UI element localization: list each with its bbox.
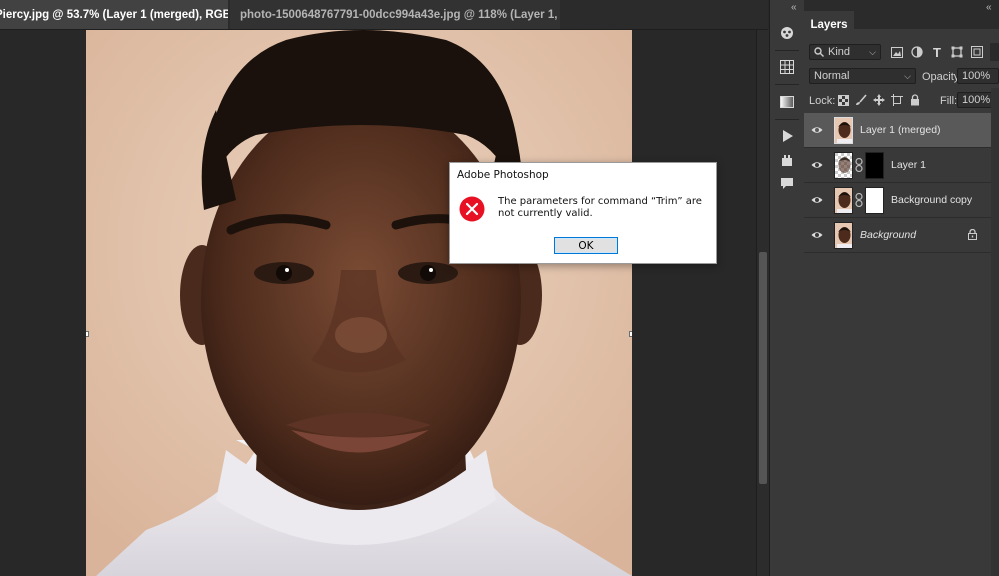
layer-name: Background copy bbox=[891, 194, 973, 206]
portrait-image bbox=[86, 30, 632, 576]
tab-title: photo-1500648767791-00dcc994a43e.jpg @ 1… bbox=[240, 8, 560, 21]
transform-handle-right[interactable] bbox=[629, 331, 632, 337]
collapse-arrows-icon[interactable]: « bbox=[791, 2, 796, 13]
filter-kind-dropdown[interactable]: Kind ⌵ bbox=[809, 44, 881, 60]
layer-row-background[interactable]: Background bbox=[804, 218, 991, 253]
error-icon bbox=[459, 196, 485, 222]
filter-type-icon[interactable]: T bbox=[930, 45, 944, 60]
eye-icon[interactable] bbox=[811, 124, 823, 136]
filter-pixel-icon[interactable] bbox=[890, 45, 904, 59]
lock-transparent-pixels-icon[interactable] bbox=[836, 93, 850, 107]
lock-label: Lock: bbox=[809, 95, 836, 107]
panel-tab-bar: « Layers bbox=[804, 0, 999, 38]
eye-icon[interactable] bbox=[811, 229, 823, 241]
dialog-title: Adobe Photoshop bbox=[457, 169, 549, 181]
eye-icon[interactable] bbox=[811, 194, 823, 206]
link-chain-icon[interactable] bbox=[855, 193, 863, 207]
filter-shape-icon[interactable] bbox=[950, 45, 964, 59]
layers-panel: « Layers Kind ⌵ T Normal ⌵ Opacity: 100%… bbox=[804, 0, 999, 576]
blend-mode-dropdown[interactable]: Normal ⌵ bbox=[809, 68, 916, 84]
layer-row-background-copy[interactable]: Background copy bbox=[804, 183, 991, 218]
transform-handle-left[interactable] bbox=[86, 331, 89, 337]
layer-name: Background bbox=[860, 229, 917, 241]
layer-name: Layer 1 (merged) bbox=[860, 124, 941, 136]
layer-row-layer-1-merged[interactable]: Layer 1 (merged) bbox=[804, 113, 991, 148]
lock-icon[interactable] bbox=[968, 229, 977, 240]
layer-mask-thumbnail[interactable] bbox=[865, 187, 884, 214]
lock-image-pixels-icon[interactable] bbox=[854, 93, 868, 107]
lock-artboard-icon[interactable] bbox=[890, 93, 904, 107]
chevron-down-icon: ⌵ bbox=[904, 70, 911, 81]
lock-all-icon[interactable] bbox=[908, 93, 922, 107]
blend-mode-value: Normal bbox=[814, 70, 850, 82]
panel-dock-strip: « bbox=[769, 0, 805, 576]
scrollbar-thumb[interactable] bbox=[759, 252, 767, 484]
tab-layers[interactable]: Layers bbox=[804, 11, 854, 38]
tab-photo[interactable]: photo-1500648767791-00dcc994a43e.jpg @ 1… bbox=[230, 0, 560, 29]
layer-row-layer-1[interactable]: Layer 1 bbox=[804, 148, 991, 183]
opacity-input[interactable]: 100% bbox=[957, 68, 999, 84]
filter-toggle-switch[interactable] bbox=[990, 43, 999, 61]
fill-value: 100% bbox=[962, 94, 991, 106]
alert-dialog: Adobe Photoshop The parameters for comma… bbox=[449, 162, 717, 264]
layer-mask-thumbnail[interactable] bbox=[865, 152, 884, 179]
tab-piercy[interactable]: Piercy.jpg @ 53.7% (Layer 1 (merged), RG… bbox=[0, 0, 228, 29]
chevron-down-icon: ⌵ bbox=[869, 46, 876, 57]
filter-kind-label: Kind bbox=[828, 46, 851, 58]
collapse-arrows-icon[interactable]: « bbox=[986, 2, 991, 13]
actions-play-icon[interactable] bbox=[775, 124, 799, 148]
dialog-message: The parameters for command “Trim” are no… bbox=[498, 196, 702, 219]
filter-smart-object-icon[interactable] bbox=[970, 45, 984, 59]
libraries-icon[interactable] bbox=[775, 148, 799, 172]
canvas-scrollbar[interactable] bbox=[756, 30, 769, 576]
link-chain-icon[interactable] bbox=[855, 158, 863, 172]
layer-thumbnail bbox=[834, 117, 853, 144]
canvas-area[interactable] bbox=[0, 30, 756, 576]
gradients-icon[interactable] bbox=[775, 90, 799, 114]
layer-thumbnail bbox=[834, 152, 853, 179]
layer-name: Layer 1 bbox=[891, 159, 927, 171]
opacity-value: 100% bbox=[962, 70, 991, 82]
ok-button[interactable]: OK bbox=[554, 237, 618, 254]
layer-thumbnail bbox=[834, 187, 853, 214]
document-tab-bar: Piercy.jpg @ 53.7% (Layer 1 (merged), RG… bbox=[0, 0, 768, 30]
tab-title: Piercy.jpg @ 53.7% (Layer 1 (merged), RG… bbox=[0, 8, 228, 21]
layer-thumbnail bbox=[834, 222, 853, 249]
comments-icon[interactable] bbox=[775, 172, 799, 196]
fill-label: Fill: bbox=[940, 95, 958, 107]
learn-icon[interactable] bbox=[775, 21, 799, 45]
search-icon bbox=[814, 47, 824, 57]
filter-adjustment-icon[interactable] bbox=[910, 45, 924, 59]
layers-scrollbar[interactable] bbox=[991, 88, 999, 576]
eye-icon[interactable] bbox=[811, 159, 823, 171]
lock-position-icon[interactable] bbox=[872, 93, 886, 107]
swatches-grid-icon[interactable] bbox=[775, 55, 799, 79]
portrait-photo[interactable] bbox=[86, 30, 632, 576]
